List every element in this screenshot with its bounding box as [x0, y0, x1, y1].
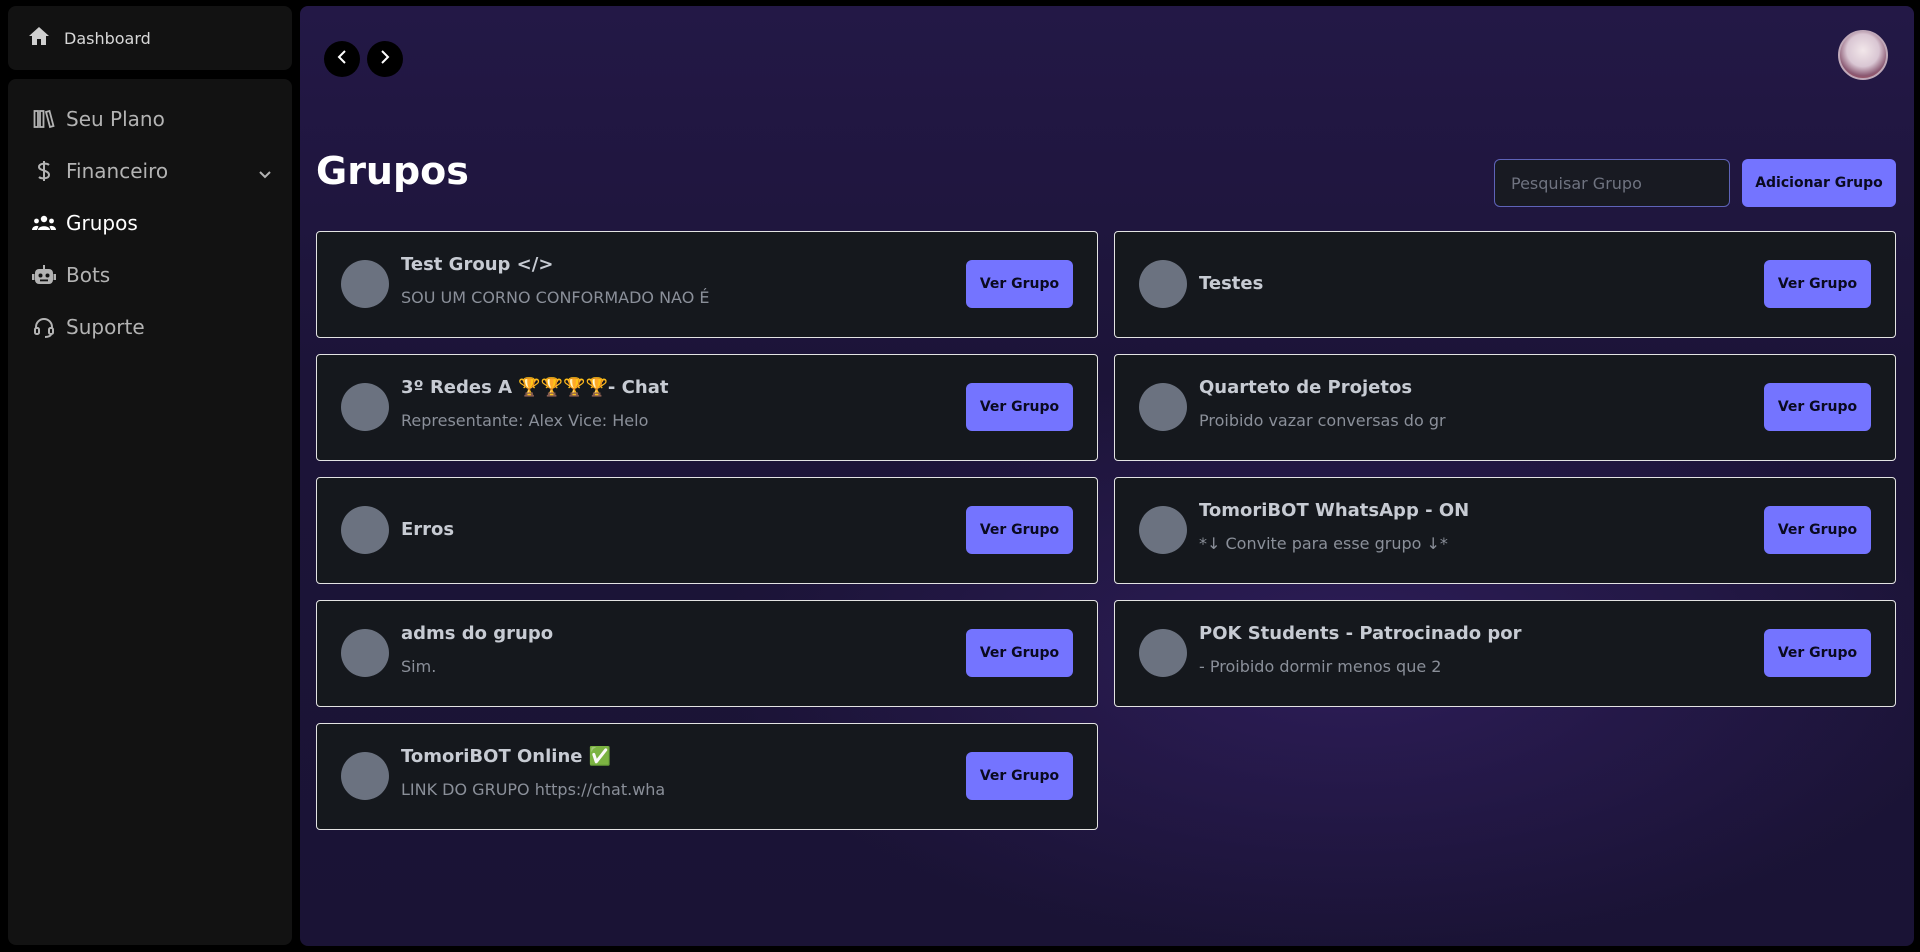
sidebar-item-label: Grupos [66, 211, 138, 235]
avatar[interactable] [1838, 30, 1888, 80]
sidebar-item-grupos[interactable]: Grupos [8, 197, 292, 249]
sidebar-item-suporte[interactable]: Suporte [8, 301, 292, 353]
group-card: Erros Ver Grupo [316, 477, 1098, 584]
group-description: SOU UM CORNO CONFORMADO NAO É [401, 288, 710, 307]
group-card: 3º Redes A 🏆🏆🏆🏆- Chat Representante: Ale… [316, 354, 1098, 461]
view-group-button[interactable]: Ver Grupo [1764, 383, 1871, 431]
group-description: - Proibido dormir menos que 2 [1199, 657, 1442, 676]
group-description: Proibido vazar conversas do gr [1199, 411, 1446, 430]
group-name: Erros [401, 519, 455, 540]
group-avatar [1139, 629, 1187, 677]
sidebar: Seu Plano Financeiro Grupos Bots Suporte [8, 79, 292, 945]
group-avatar [1139, 506, 1187, 554]
view-group-button[interactable]: Ver Grupo [1764, 629, 1871, 677]
group-avatar [341, 629, 389, 677]
group-card: adms do grupo Sim. Ver Grupo [316, 600, 1098, 707]
sidebar-item-label: Seu Plano [66, 107, 165, 131]
group-avatar [341, 383, 389, 431]
dollar-icon [32, 159, 56, 183]
group-card: Testes Ver Grupo [1114, 231, 1896, 338]
group-name: POK Students - Patrocinado por [1199, 623, 1522, 644]
search-input[interactable] [1494, 159, 1730, 207]
view-group-button[interactable]: Ver Grupo [966, 260, 1073, 308]
group-avatar [1139, 260, 1187, 308]
group-card: Test Group </> SOU UM CORNO CONFORMADO N… [316, 231, 1098, 338]
group-avatar [341, 506, 389, 554]
view-group-button[interactable]: Ver Grupo [966, 383, 1073, 431]
group-name: Quarteto de Projetos [1199, 377, 1413, 398]
sidebar-item-label: Financeiro [66, 159, 169, 183]
forward-button[interactable] [367, 41, 403, 77]
page-title: Grupos [316, 149, 469, 193]
chevron-down-icon[interactable] [258, 161, 272, 185]
users-icon [32, 211, 56, 235]
sidebar-item-label: Bots [66, 263, 111, 287]
group-card: TomoriBOT Online ✅ LINK DO GRUPO https:/… [316, 723, 1098, 830]
dashboard-label: Dashboard [64, 28, 151, 48]
sidebar-item-financeiro[interactable]: Financeiro [8, 145, 292, 197]
view-group-button[interactable]: Ver Grupo [966, 506, 1073, 554]
group-avatar [341, 260, 389, 308]
sidebar-item-label: Suporte [66, 315, 145, 339]
view-group-button[interactable]: Ver Grupo [966, 629, 1073, 677]
main-content: Grupos Adicionar Grupo Test Group </> SO… [300, 6, 1914, 946]
view-group-button[interactable]: Ver Grupo [1764, 260, 1871, 308]
group-name: TomoriBOT WhatsApp - ON [1199, 500, 1470, 521]
group-description: Representante: Alex Vice: Helo [401, 411, 649, 430]
group-name: adms do grupo [401, 623, 554, 644]
view-group-button[interactable]: Ver Grupo [1764, 506, 1871, 554]
group-avatar [1139, 383, 1187, 431]
group-card: Quarteto de Projetos Proibido vazar conv… [1114, 354, 1896, 461]
group-name: TomoriBOT Online ✅ [401, 746, 612, 767]
group-avatar [341, 752, 389, 800]
group-description: LINK DO GRUPO https://chat.wha [401, 780, 666, 799]
group-name: 3º Redes A 🏆🏆🏆🏆- Chat [401, 377, 669, 398]
group-card: POK Students - Patrocinado por - Proibid… [1114, 600, 1896, 707]
sidebar-item-bots[interactable]: Bots [8, 249, 292, 301]
home-icon [28, 26, 50, 50]
chevron-left-icon [336, 49, 348, 69]
chevron-right-icon [379, 49, 391, 69]
robot-icon [32, 263, 56, 287]
headset-icon [32, 315, 56, 339]
group-name: Testes [1199, 273, 1264, 294]
group-name: Test Group </> [401, 254, 554, 275]
sidebar-item-seu-plano[interactable]: Seu Plano [8, 93, 292, 145]
dashboard-link[interactable]: Dashboard [8, 6, 292, 70]
back-button[interactable] [324, 41, 360, 77]
view-group-button[interactable]: Ver Grupo [966, 752, 1073, 800]
group-description: *↓ Convite para esse grupo ↓* [1199, 534, 1448, 553]
group-card: TomoriBOT WhatsApp - ON *↓ Convite para … [1114, 477, 1896, 584]
group-description: Sim. [401, 657, 437, 676]
library-icon [32, 107, 56, 131]
add-group-button[interactable]: Adicionar Grupo [1742, 159, 1896, 207]
